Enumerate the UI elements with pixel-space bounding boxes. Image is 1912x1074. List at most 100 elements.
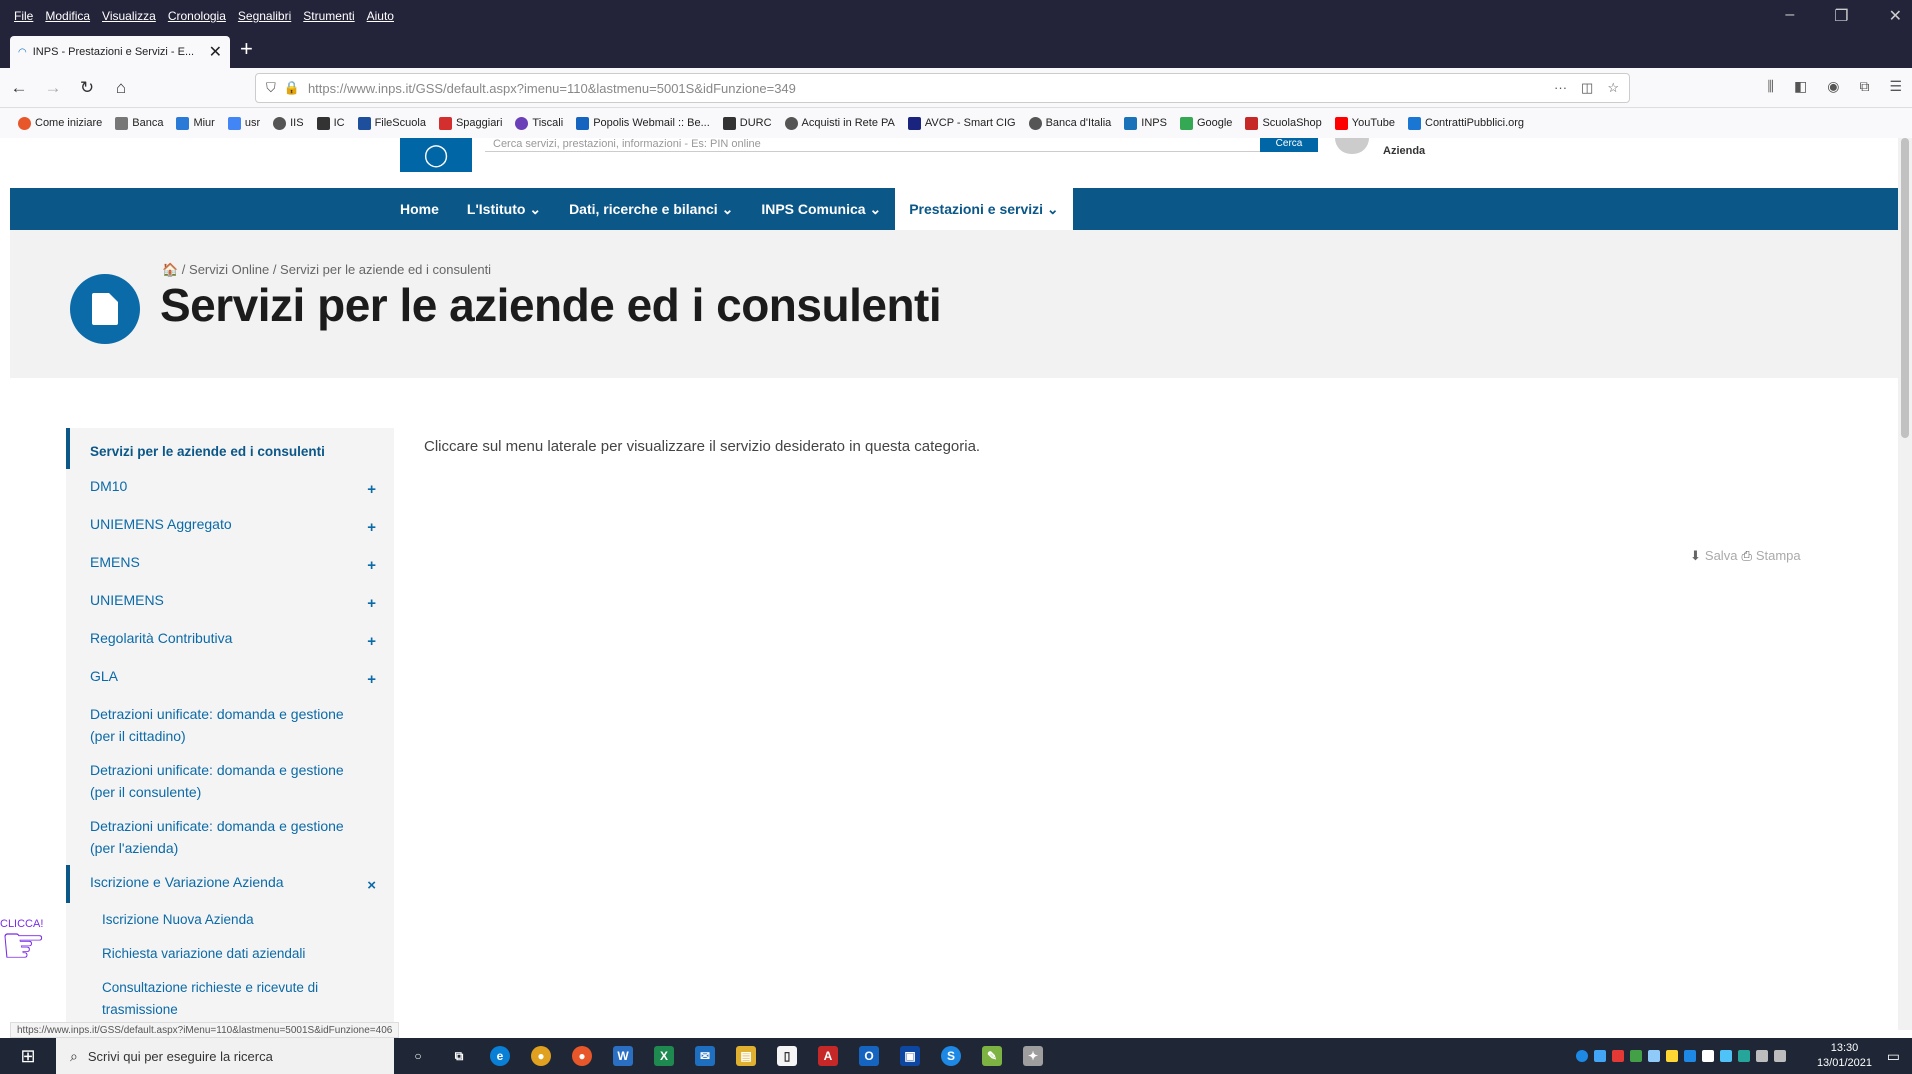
tray-icon[interactable] [1594, 1050, 1606, 1062]
access-icon[interactable]: A [818, 1046, 838, 1066]
bookmark[interactable]: DURC [722, 116, 772, 130]
firefox-icon[interactable]: ● [572, 1046, 592, 1066]
menu-segnalibri[interactable]: Segnalibri [238, 9, 291, 23]
menu-cronologia[interactable]: Cronologia [168, 9, 226, 23]
tray-icon[interactable] [1720, 1050, 1732, 1062]
plus-icon[interactable]: + [367, 479, 376, 501]
save-link[interactable]: Salva [1705, 548, 1738, 564]
excel-icon[interactable]: X [654, 1046, 674, 1066]
plus-icon[interactable]: + [367, 555, 376, 577]
tray-icon[interactable] [1648, 1050, 1660, 1062]
site-search-input[interactable]: Cerca servizi, prestazioni, informazioni… [485, 138, 1260, 152]
bookmark[interactable]: YouTube [1334, 116, 1395, 130]
volume-icon[interactable] [1774, 1050, 1786, 1062]
taskbar-search-input[interactable]: ⌕ Scrivi qui per eseguire la ricerca [56, 1038, 394, 1074]
task-view-icon[interactable]: ⧉ [449, 1046, 469, 1066]
word-icon[interactable]: W [613, 1046, 633, 1066]
wifi-icon[interactable] [1756, 1050, 1768, 1062]
breadcrumb[interactable]: 🏠 / Servizi Online / Servizi per le azie… [162, 262, 491, 278]
home-icon[interactable]: ⌂ [106, 78, 136, 98]
account-icon[interactable]: ◉ [1827, 78, 1839, 95]
bookmark[interactable]: Popolis Webmail :: Be... [576, 116, 710, 130]
sidebar-item-regolarita[interactable]: Regolarità Contributiva + [66, 621, 394, 659]
sidebar-item-gla[interactable]: GLA + [66, 659, 394, 697]
plus-icon[interactable]: + [367, 631, 376, 653]
sidebar-item-uniemens[interactable]: UNIEMENS + [66, 583, 394, 621]
bookmark[interactable]: IIS [273, 116, 304, 130]
minimize-button[interactable]: – [1785, 6, 1794, 26]
print-link[interactable]: Stampa [1756, 548, 1801, 564]
close-window-button[interactable]: ✕ [1889, 6, 1902, 26]
skype-icon[interactable]: S [941, 1046, 961, 1066]
close-icon[interactable]: × [367, 875, 376, 897]
tray-icon[interactable] [1684, 1050, 1696, 1062]
cortana-icon[interactable]: ○ [408, 1046, 428, 1066]
sidebar-icon[interactable]: ◧ [1794, 78, 1807, 95]
document-icon[interactable]: ▯ [777, 1046, 797, 1066]
nav-home[interactable]: Home [400, 201, 439, 217]
inps-logo-icon[interactable]: ◯ [400, 138, 472, 172]
app-icon[interactable]: ✦ [1023, 1046, 1043, 1066]
user-avatar[interactable] [1335, 138, 1369, 154]
bookmark[interactable]: Come iniziare [18, 116, 102, 130]
file-explorer-icon[interactable]: ▤ [736, 1046, 756, 1066]
bookmark[interactable]: AVCP - Smart CIG [907, 116, 1016, 130]
bookmark[interactable]: Miur [176, 116, 215, 130]
address-bar[interactable]: ⛉ 🔒 https://www.inps.it/GSS/default.aspx… [255, 73, 1630, 103]
bookmark[interactable]: INPS [1124, 116, 1167, 130]
user-profile-label[interactable]: Azienda [1383, 145, 1425, 157]
sidebar-item-uniemens-aggregato[interactable]: UNIEMENS Aggregato + [66, 507, 394, 545]
scrollbar-thumb[interactable] [1901, 138, 1909, 438]
new-tab-button[interactable]: + [240, 36, 253, 62]
chrome-icon[interactable]: ● [531, 1046, 551, 1066]
sidebar-item-detrazioni-consulente[interactable]: Detrazioni unificate: domanda e gestione… [66, 753, 394, 809]
plus-icon[interactable]: + [367, 593, 376, 615]
tray-icon[interactable] [1666, 1050, 1678, 1062]
tray-icon[interactable] [1612, 1050, 1624, 1062]
tray-icon[interactable] [1738, 1050, 1750, 1062]
menu-file[interactable]: File [14, 9, 33, 23]
library-icon[interactable]: ⫼ [1768, 78, 1774, 95]
sidebar-item-dm10[interactable]: DM10 + [66, 469, 394, 507]
plus-icon[interactable]: + [367, 669, 376, 691]
bookmark[interactable]: IC [316, 116, 345, 130]
sidebar-subitem-iscrizione-nuova[interactable]: Iscrizione Nuova Azienda [66, 903, 394, 937]
sidebar-header[interactable]: Servizi per le aziende ed i consulenti [66, 428, 394, 469]
bookmark[interactable]: Spaggiari [438, 116, 502, 130]
more-icon[interactable]: ··· [1554, 80, 1567, 96]
bookmark[interactable]: usr [227, 116, 260, 130]
menu-visualizza[interactable]: Visualizza [102, 9, 156, 23]
bookmark[interactable]: Acquisti in Rete PA [784, 116, 895, 130]
reload-icon[interactable]: ↻ [72, 78, 102, 98]
maximize-button[interactable]: ❐ [1834, 6, 1848, 26]
tray-icon[interactable] [1576, 1050, 1588, 1062]
browser-tab[interactable]: ◠ INPS - Prestazioni e Servizi - E... ✕ [10, 36, 230, 68]
app-icon[interactable]: ▣ [900, 1046, 920, 1066]
star-icon[interactable]: ☆ [1607, 80, 1619, 96]
page-scrollbar[interactable] [1898, 138, 1912, 1030]
sidebar-item-iscrizione-variazione[interactable]: Iscrizione e Variazione Azienda × [66, 865, 394, 903]
bookmark[interactable]: Tiscali [515, 116, 563, 130]
bookmark[interactable]: ScuolaShop [1245, 116, 1322, 130]
pocket-icon[interactable]: ◫ [1581, 80, 1593, 96]
bookmark[interactable]: FileScuola [357, 116, 426, 130]
sidebar-item-detrazioni-cittadino[interactable]: Detrazioni unificate: domanda e gestione… [66, 697, 394, 753]
tray-icon[interactable] [1630, 1050, 1642, 1062]
print-icon[interactable]: ⎙ [1741, 548, 1751, 564]
nav-dati-ricerche[interactable]: Dati, ricerche e bilanci ⌄ [569, 201, 733, 218]
nav-istituto[interactable]: L'Istituto ⌄ [467, 201, 541, 218]
menu-strumenti[interactable]: Strumenti [303, 9, 354, 23]
mail-icon[interactable]: ✉ [695, 1046, 715, 1066]
nav-prestazioni-servizi[interactable]: Prestazioni e servizi ⌄ [895, 188, 1073, 230]
extension-icon[interactable]: ⧉ [1859, 78, 1869, 95]
sidebar-subitem-richiesta-variazione[interactable]: Richiesta variazione dati aziendali [66, 937, 394, 971]
hamburger-menu-icon[interactable]: ☰ [1889, 78, 1902, 95]
menu-modifica[interactable]: Modifica [45, 9, 90, 23]
tray-icon[interactable] [1702, 1050, 1714, 1062]
bookmark[interactable]: Google [1179, 116, 1232, 130]
taskbar-clock[interactable]: 13:30 13/01/2021 [1817, 1041, 1872, 1071]
outlook-icon[interactable]: O [859, 1046, 879, 1066]
bookmark[interactable]: Banca d'Italia [1028, 116, 1111, 130]
site-search-button[interactable]: Cerca [1260, 138, 1318, 152]
bookmark[interactable]: Banca [115, 116, 163, 130]
